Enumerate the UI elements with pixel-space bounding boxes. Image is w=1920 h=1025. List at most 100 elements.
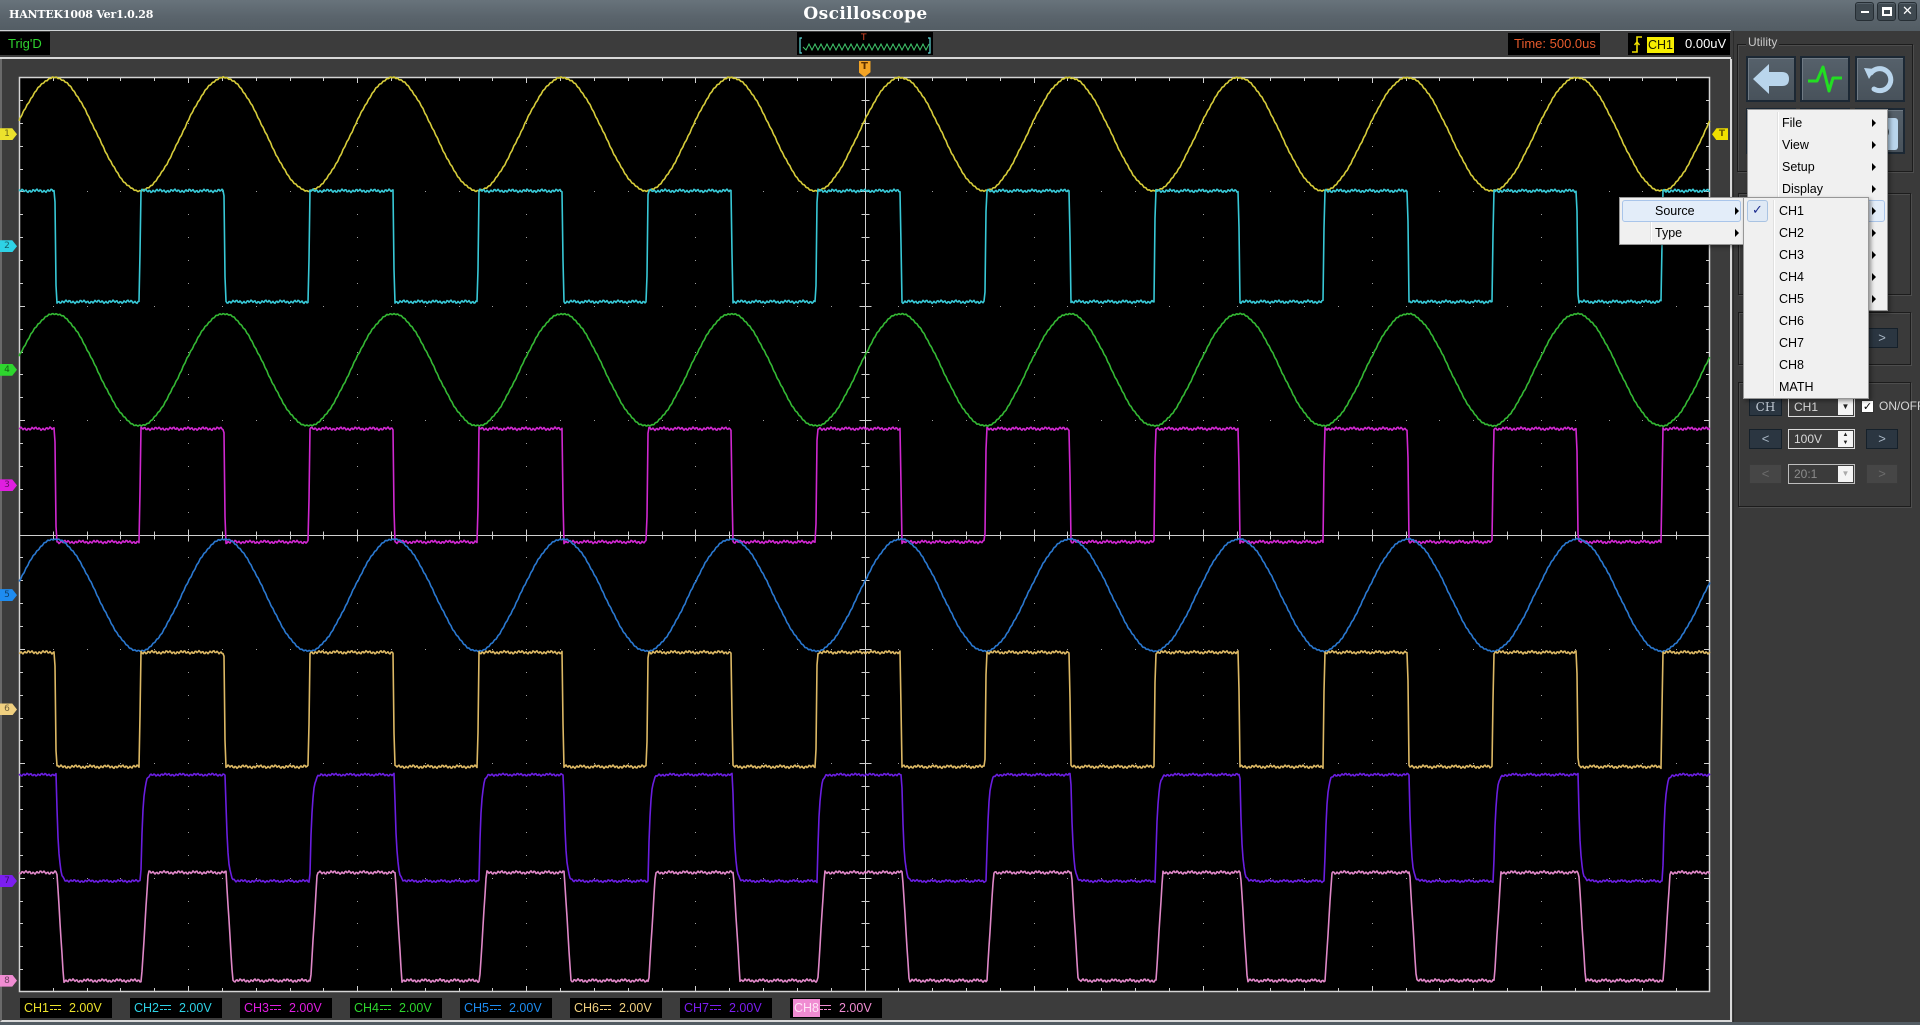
ch6-scale-label[interactable]: CH6 2.00V (570, 998, 662, 1018)
waveform-position-preview[interactable]: T (797, 32, 933, 55)
ch5-scale-label[interactable]: CH52.00V (460, 998, 552, 1018)
volts-per-div: 2.00V (619, 998, 652, 1018)
submenu-arrow-icon (1872, 119, 1876, 127)
waveform-button[interactable] (1800, 56, 1850, 102)
channel-name: CH2 (133, 999, 160, 1017)
dc-coupling-icon (490, 1005, 501, 1010)
source-item-ch3[interactable]: CH3 (1746, 244, 1866, 266)
ch3-position-marker[interactable]: 3 (0, 479, 17, 491)
ch8-scale-label[interactable]: CH82.00V (790, 998, 882, 1018)
submenu-arrow-icon (1872, 207, 1876, 215)
ch1-scale-label[interactable]: CH12.00V (20, 998, 112, 1018)
source-item-ch7[interactable]: CH7 (1746, 332, 1866, 354)
waveform-display[interactable] (19, 77, 1710, 992)
ch7-position-marker[interactable]: 7 (0, 875, 17, 887)
submenu-arrow-icon (1872, 185, 1876, 193)
preview-trace (803, 44, 929, 50)
menu-item-label: CH3 (1779, 244, 1804, 266)
submenu-arrow-icon (1872, 141, 1876, 149)
volts-per-div-spinbox[interactable]: 100V ▲ ▼ (1788, 429, 1855, 449)
group3-next-button[interactable]: > (1866, 328, 1898, 348)
ch5-position-marker[interactable]: 5 (0, 589, 17, 601)
source-submenu: ✓CH1 CH2 CH3 CH4 CH5 CH6 CH7 CH8 MATH (1743, 197, 1869, 399)
submenu-arrow-icon (1872, 163, 1876, 171)
ch4-scale-label[interactable]: CH42.00V (350, 998, 442, 1018)
channel-name: CH6 (573, 999, 600, 1017)
ch3-scale-label[interactable]: CH32.00V (240, 998, 332, 1018)
source-item-ch4[interactable]: CH4 (1746, 266, 1866, 288)
submenu-arrow-icon (1872, 251, 1876, 259)
channel-on-off-checkbox[interactable]: ✓ (1861, 400, 1874, 413)
volts-per-div: 2.00V (509, 998, 542, 1018)
menu-item-label: File (1782, 112, 1802, 134)
menu-item-type[interactable]: Type (1622, 222, 1741, 244)
channel-name: CH4 (353, 999, 380, 1017)
minimize-icon (1861, 11, 1869, 13)
dc-coupling-icon (820, 1005, 831, 1010)
volts-value: 100V (1794, 432, 1822, 446)
trigger-source-badge: CH1 (1647, 37, 1674, 53)
waveform-icon (1802, 58, 1848, 100)
menu-item-setup[interactable]: Setup (1750, 156, 1885, 178)
trigger-submenu: Source Type (1619, 197, 1744, 245)
source-item-ch5[interactable]: CH5 (1746, 288, 1866, 310)
spin-up-icon[interactable]: ▲ (1838, 431, 1853, 439)
source-item-math[interactable]: MATH (1746, 376, 1866, 398)
window-title: Oscilloscope (0, 4, 1731, 24)
trace-ch8 (19, 871, 1710, 983)
dc-coupling-icon (380, 1005, 391, 1010)
divider (0, 30, 1731, 31)
ch1-position-marker[interactable]: 1 (0, 128, 17, 140)
maximize-button[interactable] (1877, 2, 1896, 21)
submenu-arrow-icon (1735, 207, 1739, 215)
utility-group-title: Utility (1746, 35, 1779, 49)
source-item-ch8[interactable]: CH8 (1746, 354, 1866, 376)
volts-per-div: 2.00V (289, 998, 322, 1018)
menu-item-source[interactable]: Source (1622, 200, 1741, 222)
menu-item-label: CH7 (1779, 332, 1804, 354)
ch2-position-marker[interactable]: 2 (0, 240, 17, 252)
ch6-position-marker[interactable]: 6 (0, 703, 17, 715)
menu-item-file[interactable]: File (1750, 112, 1885, 134)
trigger-level: 0.00uV (1685, 33, 1726, 55)
volts-per-div: 2.00V (69, 998, 102, 1018)
ch7-scale-label[interactable]: CH72.00V (680, 998, 772, 1018)
minimize-button[interactable] (1855, 2, 1874, 21)
submenu-arrow-icon (1872, 273, 1876, 281)
source-item-ch2[interactable]: CH2 (1746, 222, 1866, 244)
rising-edge-icon (1631, 36, 1643, 53)
channel-markers: 1 2 3 4 5 6 7 8 (0, 77, 18, 992)
source-item-ch1[interactable]: ✓CH1 (1746, 200, 1866, 222)
menu-item-label: CH5 (1779, 288, 1804, 310)
trace-ch6 (19, 651, 1710, 769)
trace-ch5 (19, 538, 1710, 652)
ch8-position-marker[interactable]: 8 (0, 975, 17, 987)
channel-button[interactable]: CH (1749, 398, 1782, 416)
undo-button[interactable] (1855, 56, 1905, 102)
spin-down-icon[interactable]: ▼ (1838, 439, 1853, 447)
menu-item-label: View (1782, 134, 1809, 156)
back-button[interactable] (1746, 56, 1796, 102)
ch2-scale-label[interactable]: CH22.00V (130, 998, 222, 1018)
volts-per-div: 2.00V (729, 998, 762, 1018)
probe-increase-button: > (1866, 464, 1898, 484)
channel-select[interactable]: CH1 ▼ (1788, 397, 1855, 417)
menu-item-label: Type (1655, 222, 1682, 244)
trigger-info: CH1 0.00uV (1628, 33, 1730, 55)
menu-item-label: Source (1655, 201, 1695, 221)
volts-increase-button[interactable]: > (1866, 429, 1898, 449)
traces (19, 77, 1710, 983)
menu-item-label: CH2 (1779, 222, 1804, 244)
source-item-ch6[interactable]: CH6 (1746, 310, 1866, 332)
dc-coupling-icon (270, 1005, 281, 1010)
close-icon: ✕ (1899, 4, 1916, 19)
close-button[interactable]: ✕ (1898, 2, 1917, 21)
trace-ch4 (19, 313, 1710, 426)
dc-coupling-icon (710, 1005, 721, 1010)
ch4-position-marker[interactable]: 4 (0, 364, 17, 376)
menu-item-view[interactable]: View (1750, 134, 1885, 156)
probe-ratio-value: 20:1 (1794, 467, 1817, 481)
chevron-down-icon: ▼ (1838, 399, 1853, 415)
undo-icon (1857, 58, 1903, 100)
volts-decrease-button[interactable]: < (1749, 429, 1782, 449)
